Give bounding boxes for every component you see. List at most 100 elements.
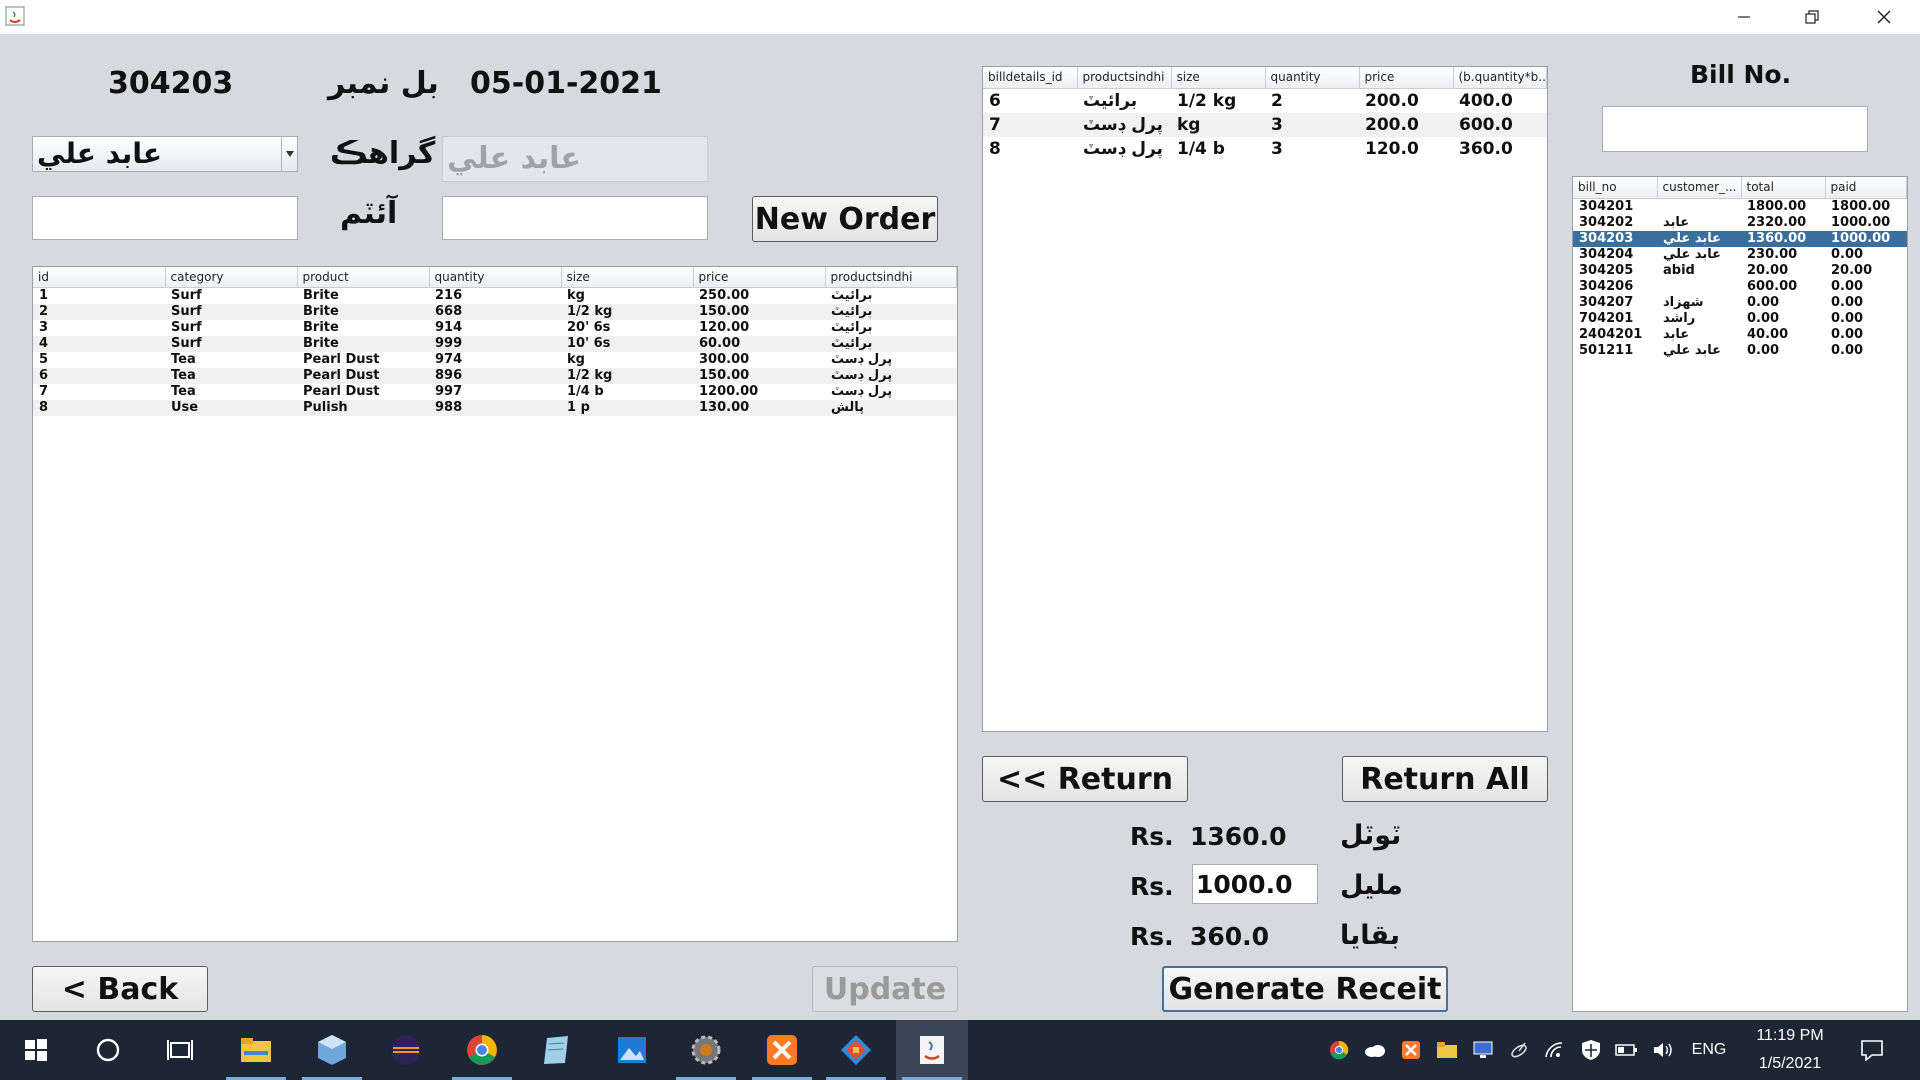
windows-taskbar: ENG 11:19 PM 1/5/2021 bbox=[0, 1020, 1920, 1080]
table-row[interactable]: 7 پرل ڊسٽ kg 3 200.0 600.0 bbox=[983, 112, 1547, 137]
chevron-down-icon[interactable] bbox=[281, 137, 297, 171]
taskbar-chrome[interactable] bbox=[446, 1020, 518, 1080]
table-row[interactable]: 8 Use Pulish 988 1 p 130.00 پالش bbox=[33, 399, 957, 416]
paid-amount-input[interactable]: 1000.0 bbox=[1192, 864, 1318, 904]
table-row[interactable]: 6 Tea Pearl Dust 896 1/2 kg 150.00 پرل ڊسٽ bbox=[33, 367, 957, 384]
task-view-button[interactable] bbox=[144, 1020, 216, 1080]
table-row[interactable]: 304207 شهزاد 0.00 0.00 bbox=[1573, 295, 1907, 311]
table-row[interactable]: 6 برائيٽ 1/2 kg 2 200.0 400.0 bbox=[983, 88, 1547, 113]
close-button[interactable] bbox=[1850, 0, 1918, 34]
taskbar-tools[interactable] bbox=[820, 1020, 892, 1080]
table-row[interactable]: 2404201 عابد 40.00 0.00 bbox=[1573, 327, 1907, 343]
column-header[interactable]: id bbox=[33, 267, 166, 288]
column-header[interactable]: total bbox=[1741, 177, 1826, 199]
return-all-button[interactable]: Return All bbox=[1342, 756, 1548, 802]
balance-currency: Rs. bbox=[1130, 922, 1174, 951]
column-header[interactable]: price bbox=[1359, 67, 1454, 89]
volume-icon[interactable] bbox=[1650, 1020, 1676, 1080]
table-cell: 120.00 bbox=[699, 319, 750, 335]
taskbar-photos[interactable] bbox=[596, 1020, 668, 1080]
table-row[interactable]: 7 Tea Pearl Dust 997 1/4 b 1200.00 پرل ڊسٽ bbox=[33, 384, 957, 400]
total-label: ٽوٽل bbox=[1340, 820, 1402, 851]
table-row[interactable]: 2 Surf Brite 668 1/2 kg 150.00 برائيٽ bbox=[33, 303, 957, 320]
table-cell: 304203 bbox=[1573, 230, 1657, 247]
search-button[interactable] bbox=[72, 1020, 144, 1080]
column-header[interactable]: productsindhi bbox=[825, 267, 957, 288]
taskbar-virtualbox[interactable] bbox=[296, 1020, 368, 1080]
tray-network-adapter-icon[interactable] bbox=[1470, 1020, 1496, 1080]
taskbar-notepad[interactable] bbox=[520, 1020, 592, 1080]
cortana-circle-icon bbox=[96, 1038, 120, 1062]
table-cell: 360.0 bbox=[1459, 138, 1513, 159]
taskbar-java-app[interactable] bbox=[896, 1020, 968, 1080]
balance-value: 360.0 bbox=[1190, 922, 1270, 951]
table-cell: پرل ڊسٽ bbox=[825, 367, 957, 384]
start-button[interactable] bbox=[0, 1020, 72, 1080]
notification-icon[interactable] bbox=[1852, 1020, 1892, 1080]
table-row[interactable]: 304204 عابد علي 230.00 0.00 bbox=[1573, 247, 1907, 263]
taskbar-xampp[interactable] bbox=[746, 1020, 818, 1080]
taskbar-clock[interactable]: 11:19 PM 1/5/2021 bbox=[1740, 1020, 1840, 1080]
table-cell: Tea bbox=[165, 367, 297, 384]
minimize-button[interactable] bbox=[1710, 0, 1778, 34]
language-indicator[interactable]: ENG bbox=[1684, 1020, 1734, 1080]
column-header[interactable]: quantity bbox=[429, 267, 562, 288]
bills-table[interactable]: bill_no customer_... total paid 304201 1800.… bbox=[1572, 176, 1908, 1012]
table-row[interactable]: 501211 عابد علي 0.00 0.00 bbox=[1573, 343, 1907, 359]
table-row[interactable]: 3 Surf Brite 914 20' 6s 120.00 برائيٽ bbox=[33, 320, 957, 336]
generate-receipt-button[interactable]: Generate Receit bbox=[1162, 966, 1448, 1012]
taskbar-settings-app[interactable] bbox=[670, 1020, 742, 1080]
tray-satellite-icon[interactable] bbox=[1506, 1020, 1532, 1080]
table-cell: 150.00 bbox=[693, 303, 825, 320]
item-code-input[interactable] bbox=[32, 196, 298, 240]
column-header[interactable]: price bbox=[693, 267, 826, 288]
table-cell: 988 bbox=[429, 399, 561, 416]
bill-details-table[interactable]: billdetails_id productsindhi size quantity p… bbox=[982, 66, 1548, 732]
table-cell: 0.00 bbox=[1831, 246, 1864, 262]
column-header[interactable]: customer_... bbox=[1657, 177, 1742, 199]
tray-chrome-icon[interactable] bbox=[1326, 1020, 1352, 1080]
battery-icon[interactable] bbox=[1614, 1020, 1640, 1080]
column-header[interactable]: bill_no bbox=[1573, 177, 1658, 199]
customer-dropdown[interactable]: عابد علي bbox=[32, 136, 298, 172]
table-row[interactable]: 1 Surf Brite 216 kg 250.00 برائيٽ bbox=[33, 287, 957, 304]
table-cell: 914 bbox=[435, 319, 463, 335]
table-row[interactable]: 304203 عابد علي 1360.00 1000.00 bbox=[1573, 230, 1907, 247]
table-row[interactable]: 304205 abid 20.00 20.00 bbox=[1573, 263, 1907, 279]
wifi-icon[interactable] bbox=[1542, 1020, 1568, 1080]
security-shield-icon[interactable] bbox=[1578, 1020, 1604, 1080]
table-row[interactable]: 4 Surf Brite 999 10' 6s 60.00 برائيٽ bbox=[33, 335, 957, 352]
table-row[interactable]: 8 پرل ڊسٽ 1/4 b 3 120.0 360.0 bbox=[983, 137, 1547, 161]
new-order-button[interactable]: New Order bbox=[752, 196, 938, 242]
table-row[interactable]: 5 Tea Pearl Dust 974 kg 300.00 پرل ڊسٽ bbox=[33, 352, 957, 368]
tray-onedrive-icon[interactable] bbox=[1362, 1020, 1388, 1080]
table-cell: 1360.00 bbox=[1741, 230, 1825, 247]
tray-xampp-icon[interactable] bbox=[1398, 1020, 1424, 1080]
column-header[interactable]: billdetails_id bbox=[983, 67, 1078, 89]
table-row[interactable]: 304206 600.00 0.00 bbox=[1573, 279, 1907, 295]
bill-search-input[interactable] bbox=[1602, 106, 1868, 152]
column-header[interactable]: product bbox=[297, 267, 430, 288]
column-header[interactable]: size bbox=[1171, 67, 1266, 89]
update-button[interactable]: Update bbox=[812, 966, 958, 1012]
column-header[interactable]: (b.quantity*b.... bbox=[1453, 67, 1547, 89]
column-header[interactable]: quantity bbox=[1265, 67, 1360, 89]
column-header[interactable]: size bbox=[561, 267, 694, 288]
back-button[interactable]: < Back bbox=[32, 966, 208, 1012]
total-currency: Rs. bbox=[1130, 822, 1174, 851]
tray-folder-icon[interactable] bbox=[1434, 1020, 1460, 1080]
taskbar-eclipse[interactable] bbox=[370, 1020, 442, 1080]
column-header[interactable]: paid bbox=[1825, 177, 1907, 199]
table-row[interactable]: 304201 1800.00 1800.00 bbox=[1573, 198, 1907, 215]
column-header[interactable]: category bbox=[165, 267, 298, 288]
return-button[interactable]: << Return bbox=[982, 756, 1188, 802]
taskbar-file-explorer[interactable] bbox=[220, 1020, 292, 1080]
restore-button[interactable] bbox=[1778, 0, 1846, 34]
table-row[interactable]: 704201 راشد 0.00 0.00 bbox=[1573, 311, 1907, 327]
table-cell: Brite bbox=[297, 335, 429, 352]
table-row[interactable]: 304202 عابد 2320.00 1000.00 bbox=[1573, 215, 1907, 231]
table-cell: 5 bbox=[39, 351, 49, 367]
products-table[interactable]: id category product quantity size price produc… bbox=[32, 266, 958, 942]
column-header[interactable]: productsindhi bbox=[1077, 67, 1172, 89]
item-quantity-input[interactable] bbox=[442, 196, 708, 240]
